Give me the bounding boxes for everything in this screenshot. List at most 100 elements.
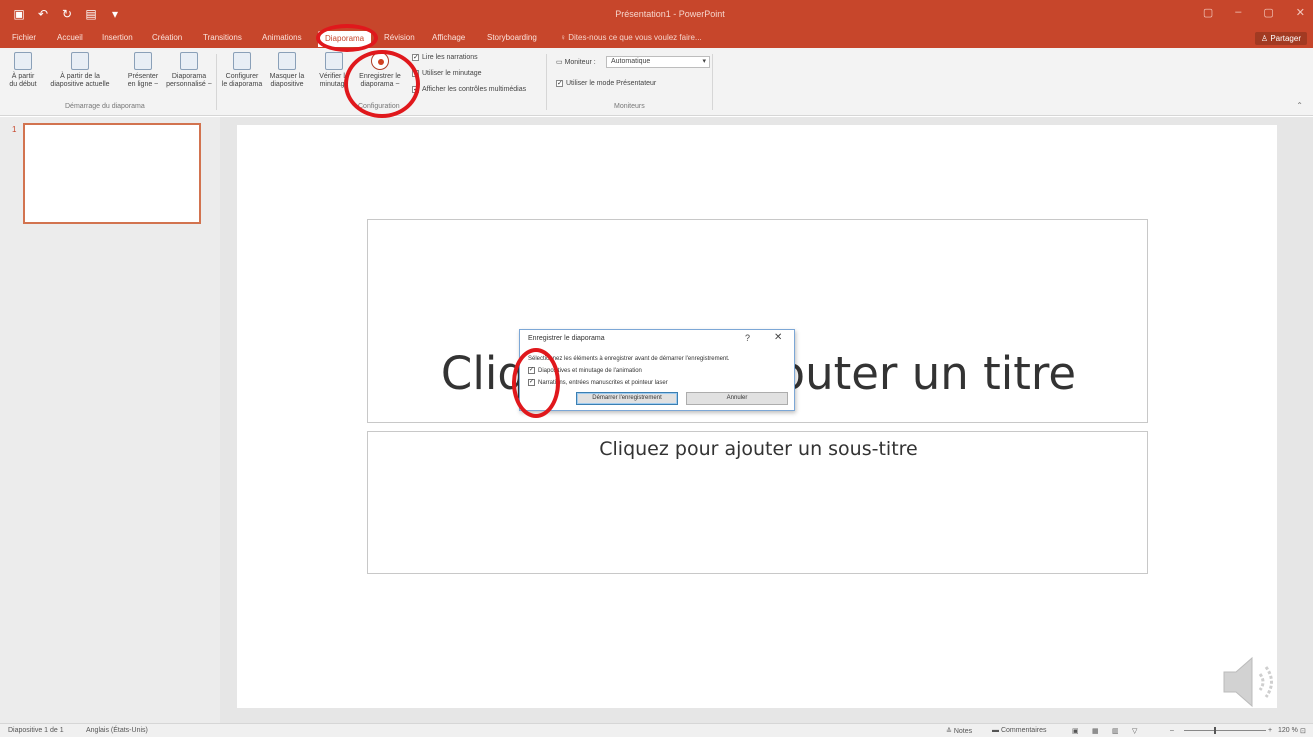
start-recording-button[interactable]: Démarrer l'enregistrement [576,392,678,405]
checkbox-checked-icon: ✓ [412,54,419,61]
customize-qat-icon[interactable]: ▾ [108,7,122,21]
checkbox-checked-icon: ✓ [528,367,535,374]
record-slideshow-button[interactable]: Enregistrer le diaporama ~ [354,52,406,89]
narrations-checkbox[interactable]: ✓ Narrations, entrées manuscrites et poi… [528,379,668,386]
minimize-icon[interactable]: – [1235,6,1241,19]
speaker-icon[interactable] [1222,652,1282,712]
zoom-level[interactable]: 120 % [1278,727,1298,734]
lightbulb-icon: ♀ [560,33,569,42]
slideshow-current-icon [71,52,89,70]
present-online-label: Présenter en ligne ~ [127,73,159,88]
normal-view-icon[interactable]: ▣ [1072,727,1079,735]
use-timings-checkbox[interactable]: ✓ Utiliser le minutage [412,70,482,77]
tab-insertion[interactable]: Insertion [102,33,133,42]
rehearse-timings-button[interactable]: Vérifier le minutage [316,52,352,89]
quick-access-toolbar: ▣ ↶ ↻ ▤ ▾ [12,7,122,21]
tab-storyboarding[interactable]: Storyboarding [487,33,537,42]
subtitle-placeholder[interactable]: Cliquez pour ajouter un sous-titre [367,431,1148,574]
cancel-button[interactable]: Annuler [686,392,788,405]
setup-icon [233,52,251,70]
tab-diaporama[interactable]: Diaporama [318,31,372,47]
tab-fichier[interactable]: Fichier [12,33,36,42]
use-timings-label: Utiliser le minutage [422,70,482,77]
share-label: Partager [1270,34,1301,43]
group-label-setup: Configuration [358,103,400,110]
redo-icon[interactable]: ↻ [60,7,74,21]
notes-icon: ≙ [946,728,954,735]
ribbon: À partir du début À partir de la diaposi… [0,48,1313,116]
notes-label: Notes [953,728,973,735]
fit-to-window-icon[interactable]: ⊡ [1300,727,1306,735]
status-bar: Diapositive 1 de 1 Anglais (États-Unis) … [0,723,1313,737]
present-online-button[interactable]: Présenter en ligne ~ [122,52,164,89]
tab-revision[interactable]: Révision [384,33,415,42]
custom-show-label: Diaporama personnalisé ~ [166,73,212,88]
group-separator [546,54,547,110]
rehearse-icon [325,52,343,70]
ribbon-display-icon[interactable]: ▢ [1203,6,1213,19]
zoom-out-icon[interactable]: – [1170,727,1174,734]
close-icon[interactable]: ✕ [774,332,782,343]
tab-creation[interactable]: Création [152,33,182,42]
notes-button[interactable]: ≙ Notes [946,727,972,735]
undo-icon[interactable]: ↶ [36,7,50,21]
checkbox-checked-icon: ✓ [412,86,419,93]
group-separator [712,54,713,110]
tab-accueil[interactable]: Accueil [57,33,83,42]
zoom-in-icon[interactable]: + [1268,727,1272,734]
hide-slide-button[interactable]: Masquer la diapositive [266,52,308,89]
show-media-controls-label: Afficher les contrôles multimédias [422,86,527,93]
from-start-label: À partir du début [9,73,37,88]
collapse-ribbon-icon[interactable]: ⌃ [1296,101,1303,110]
save-icon[interactable]: ▣ [12,7,26,21]
monitor-label-text: Moniteur : [564,59,596,66]
from-start-button[interactable]: À partir du début [6,52,40,89]
language-indicator[interactable]: Anglais (États-Unis) [86,727,148,734]
start-slideshow-icon[interactable]: ▤ [84,7,98,21]
slide[interactable]: Cliquez pour ajouter un titre Cliquez po… [237,125,1277,708]
chevron-down-icon: ▾ [702,58,706,65]
custom-show-button[interactable]: Diaporama personnalisé ~ [166,52,212,89]
slide-thumbnail-pane: 1 [0,117,220,723]
rehearse-label: Vérifier le minutage [319,73,349,88]
setup-slideshow-button[interactable]: Configurer le diaporama [220,52,264,89]
monitor-icon: ▭ [556,59,565,66]
reading-view-icon[interactable]: ▥ [1112,727,1119,735]
from-current-button[interactable]: À partir de la diapositive actuelle [44,52,116,89]
hide-slide-label: Masquer la diapositive [269,73,305,88]
tab-affichage[interactable]: Affichage [432,33,465,42]
thumbnail-number: 1 [12,125,17,134]
tab-transitions[interactable]: Transitions [203,33,242,42]
play-narrations-label: Lire les narrations [422,54,478,61]
close-icon[interactable]: ✕ [1296,6,1305,19]
dialog-instruction: Sélectionnez les éléments à enregistrer … [528,356,730,362]
record-icon [371,52,389,70]
slide-thumbnail[interactable] [23,123,201,224]
from-current-label: À partir de la diapositive actuelle [50,73,110,88]
slides-timings-label: Diapositives et minutage de l'animation [538,367,642,374]
presenter-view-checkbox[interactable]: ✓ Utiliser le mode Présentateur [556,80,656,87]
title-bar: ▣ ↶ ↻ ▤ ▾ Présentation1 - PowerPoint ▢ –… [0,0,1313,30]
slideshow-view-icon[interactable]: ▽ [1132,727,1137,735]
share-button[interactable]: ♙ Partager [1254,32,1307,45]
tab-animations[interactable]: Animations [262,33,302,42]
tell-me-search[interactable]: ♀ Dites-nous ce que vous voulez faire... [560,33,702,42]
monitor-select[interactable]: Automatique ▾ [606,56,710,68]
zoom-slider-thumb[interactable] [1214,727,1216,734]
play-narrations-checkbox[interactable]: ✓ Lire les narrations [412,54,478,61]
help-icon[interactable]: ? [745,333,750,343]
group-separator [216,54,217,110]
comments-button[interactable]: ▬ Commentaires [992,727,1046,734]
show-media-controls-checkbox[interactable]: ✓ Afficher les contrôles multimédias [412,86,526,93]
ribbon-tabs: Fichier Accueil Insertion Création Trans… [0,30,1313,48]
slide-sorter-icon[interactable]: ▦ [1092,727,1099,735]
setup-label: Configurer le diaporama [221,73,263,88]
window-title: Présentation1 - PowerPoint [615,9,725,19]
group-label-start: Démarrage du diaporama [65,103,145,110]
group-label-monitors: Moniteurs [614,103,645,110]
maximize-icon[interactable]: ▢ [1263,6,1273,19]
slideshow-start-icon [14,52,32,70]
slides-timings-checkbox[interactable]: ✓ Diapositives et minutage de l'animatio… [528,367,642,374]
zoom-slider[interactable] [1184,730,1266,731]
monitor-label: ▭ Moniteur : [556,58,596,66]
